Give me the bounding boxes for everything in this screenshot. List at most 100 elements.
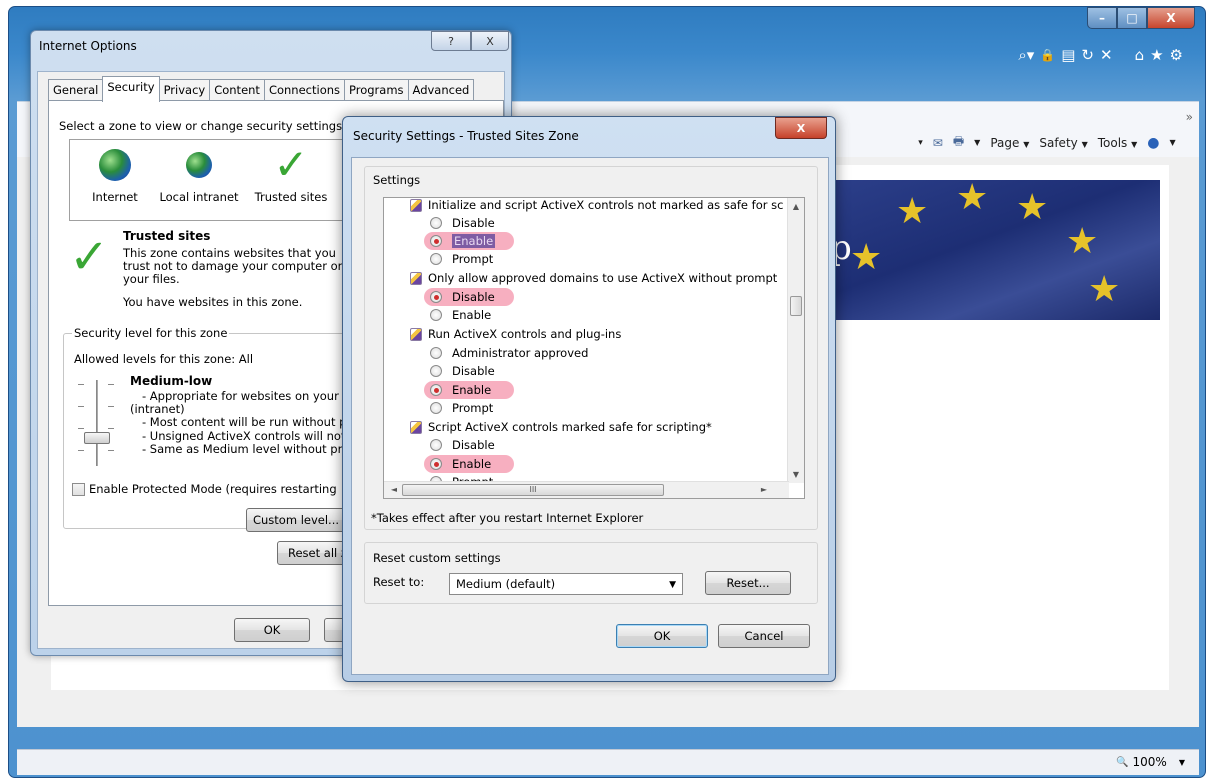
- close-window-button[interactable]: X: [1147, 7, 1195, 29]
- favorites-star-icon[interactable]: ★: [1150, 46, 1163, 64]
- scroll-thumb[interactable]: [790, 296, 802, 316]
- zone-label: Trusted sites: [254, 190, 328, 204]
- horizontal-scrollbar[interactable]: ◄ III ►: [384, 481, 789, 498]
- radio-button[interactable]: [430, 402, 442, 414]
- print-caret-icon[interactable]: ▼: [974, 138, 980, 147]
- protected-mode-checkbox[interactable]: Enable Protected Mode (requires restarti…: [72, 482, 362, 496]
- option-label: Disable: [452, 438, 495, 452]
- ok-button[interactable]: OK: [616, 624, 708, 648]
- tab-connections[interactable]: Connections: [263, 79, 346, 101]
- zone-local-intranet[interactable]: Local intranet: [154, 144, 244, 204]
- radio-option[interactable]: Disable: [430, 436, 495, 454]
- tab-content[interactable]: Content: [209, 79, 265, 101]
- level-detail: - Unsigned ActiveX controls will not: [142, 428, 346, 443]
- safety-menu-label: Safety: [1039, 135, 1078, 150]
- option-label: Disable: [452, 216, 495, 230]
- setting-label: Initialize and script ActiveX controls n…: [428, 198, 784, 212]
- slider-thumb[interactable]: [84, 432, 110, 444]
- radio-button[interactable]: [430, 347, 442, 359]
- print-icon[interactable]: 🖶: [953, 132, 964, 153]
- zone-label: Local intranet: [159, 190, 239, 204]
- radio-button[interactable]: [430, 384, 442, 396]
- lock-icon[interactable]: 🔒: [1040, 48, 1055, 62]
- option-label: Disable: [452, 290, 495, 304]
- group-legend: Settings: [373, 173, 421, 187]
- option-label: Prompt: [452, 401, 494, 415]
- radio-button[interactable]: [430, 253, 442, 265]
- tab-programs[interactable]: Programs: [344, 79, 409, 101]
- radio-button[interactable]: [430, 309, 442, 321]
- refresh-icon[interactable]: ↻: [1081, 46, 1094, 64]
- radio-option[interactable]: Disable: [430, 214, 495, 232]
- help-button[interactable]: ?: [431, 31, 471, 51]
- cancel-button[interactable]: Cancel: [718, 624, 810, 648]
- scroll-thumb[interactable]: III: [402, 484, 664, 496]
- protected-mode-label: Enable Protected Mode (requires restarti…: [89, 482, 337, 496]
- scroll-left-icon[interactable]: ◄: [386, 485, 402, 494]
- radio-button[interactable]: [430, 458, 442, 470]
- radio-button[interactable]: [430, 365, 442, 377]
- read-mail-icon[interactable]: ✉: [933, 136, 943, 150]
- radio-option[interactable]: Prompt: [430, 250, 493, 268]
- zone-trusted-sites[interactable]: ✓ Trusted sites: [246, 144, 336, 205]
- radio-button[interactable]: [430, 291, 442, 303]
- maximize-button[interactable]: □: [1117, 7, 1147, 29]
- radio-option[interactable]: Enable: [430, 381, 491, 399]
- feeds-caret-icon[interactable]: ▾: [918, 138, 923, 148]
- checkbox-box[interactable]: [72, 482, 85, 496]
- radio-option[interactable]: Administrator approved: [430, 344, 588, 362]
- security-level-slider[interactable]: [78, 378, 118, 468]
- stop-icon[interactable]: ✕: [1100, 46, 1113, 64]
- reset-button[interactable]: Reset...: [705, 571, 791, 595]
- scroll-down-icon[interactable]: ▼: [788, 470, 804, 479]
- scroll-up-icon[interactable]: ▲: [788, 202, 804, 211]
- zoom-control[interactable]: 🔍 100% ▼: [1116, 755, 1185, 769]
- settings-tree[interactable]: Initialize and script ActiveX controls n…: [383, 197, 805, 499]
- search-icon[interactable]: ⌕▾: [1018, 46, 1034, 64]
- tab-general[interactable]: General: [48, 79, 104, 101]
- zone-internet[interactable]: Internet: [70, 144, 160, 204]
- help-icon[interactable]: ●: [1147, 135, 1159, 151]
- radio-option[interactable]: Enable: [430, 455, 491, 473]
- home-icon[interactable]: ⌂: [1135, 46, 1145, 64]
- tab-security[interactable]: Security: [102, 76, 160, 102]
- more-chevron-icon[interactable]: »: [1186, 110, 1193, 124]
- minimize-button[interactable]: –: [1087, 7, 1117, 29]
- help-caret-icon[interactable]: ▼: [1170, 138, 1176, 147]
- reset-to-label: Reset to:: [373, 575, 425, 589]
- close-button[interactable]: X: [471, 31, 509, 51]
- radio-option[interactable]: Enable: [430, 306, 491, 324]
- zone-has-sites: You have websites in this zone.: [123, 295, 303, 309]
- radio-option[interactable]: Prompt: [430, 399, 493, 417]
- tab-privacy[interactable]: Privacy: [158, 79, 211, 101]
- scroll-right-icon[interactable]: ►: [756, 485, 772, 494]
- zone-label: Internet: [92, 190, 138, 204]
- reset-to-select[interactable]: Medium (default) ▼: [449, 573, 683, 595]
- dialog-title: Internet Options: [39, 39, 137, 53]
- group-legend: Security level for this zone: [72, 326, 230, 340]
- chevron-down-icon: ▼: [1178, 757, 1185, 767]
- ok-button[interactable]: OK: [234, 618, 310, 642]
- vertical-scrollbar[interactable]: ▲ ▼: [787, 198, 804, 483]
- radio-button[interactable]: [430, 439, 442, 451]
- tools-menu[interactable]: Tools ▼: [1098, 136, 1138, 150]
- radio-option[interactable]: Disable: [430, 362, 495, 380]
- dialog-title: Security Settings - Trusted Sites Zone: [353, 129, 579, 143]
- safety-menu[interactable]: Safety ▼: [1039, 136, 1087, 150]
- compat-icon[interactable]: ▤: [1061, 46, 1075, 64]
- slider-tick: [108, 428, 114, 429]
- close-button[interactable]: X: [775, 117, 827, 139]
- radio-option[interactable]: Disable: [430, 288, 495, 306]
- setting-icon: [410, 271, 422, 285]
- radio-button[interactable]: [430, 217, 442, 229]
- page-menu[interactable]: Page ▼: [990, 136, 1029, 150]
- zoom-level: 100%: [1132, 755, 1167, 769]
- chevron-down-icon: ▼: [1023, 139, 1030, 149]
- gear-icon[interactable]: ⚙: [1170, 46, 1183, 64]
- radio-button[interactable]: [430, 235, 442, 247]
- window-controls: – □ X: [1087, 7, 1195, 29]
- tab-advanced[interactable]: Advanced: [407, 79, 475, 101]
- custom-level-button[interactable]: Custom level...: [246, 508, 346, 532]
- star-icon: ★: [1016, 187, 1049, 228]
- radio-option[interactable]: Enable: [430, 232, 496, 250]
